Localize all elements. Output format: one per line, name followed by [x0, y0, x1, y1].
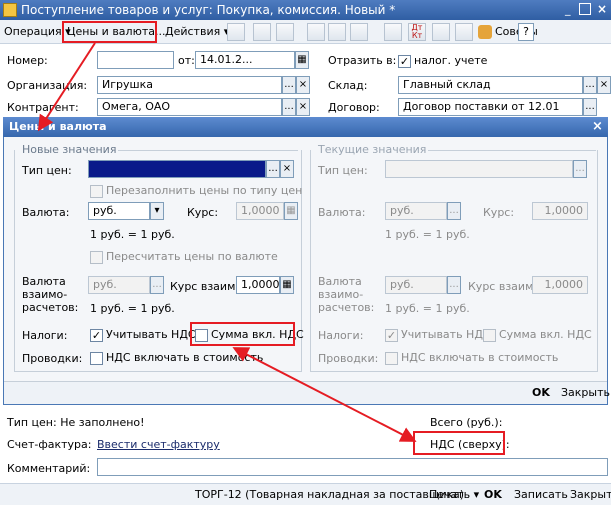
arrow-prices-to-dialog — [37, 42, 96, 132]
annotation-arrows — [37, 42, 417, 442]
arrow-sum-to-vat — [232, 347, 417, 442]
